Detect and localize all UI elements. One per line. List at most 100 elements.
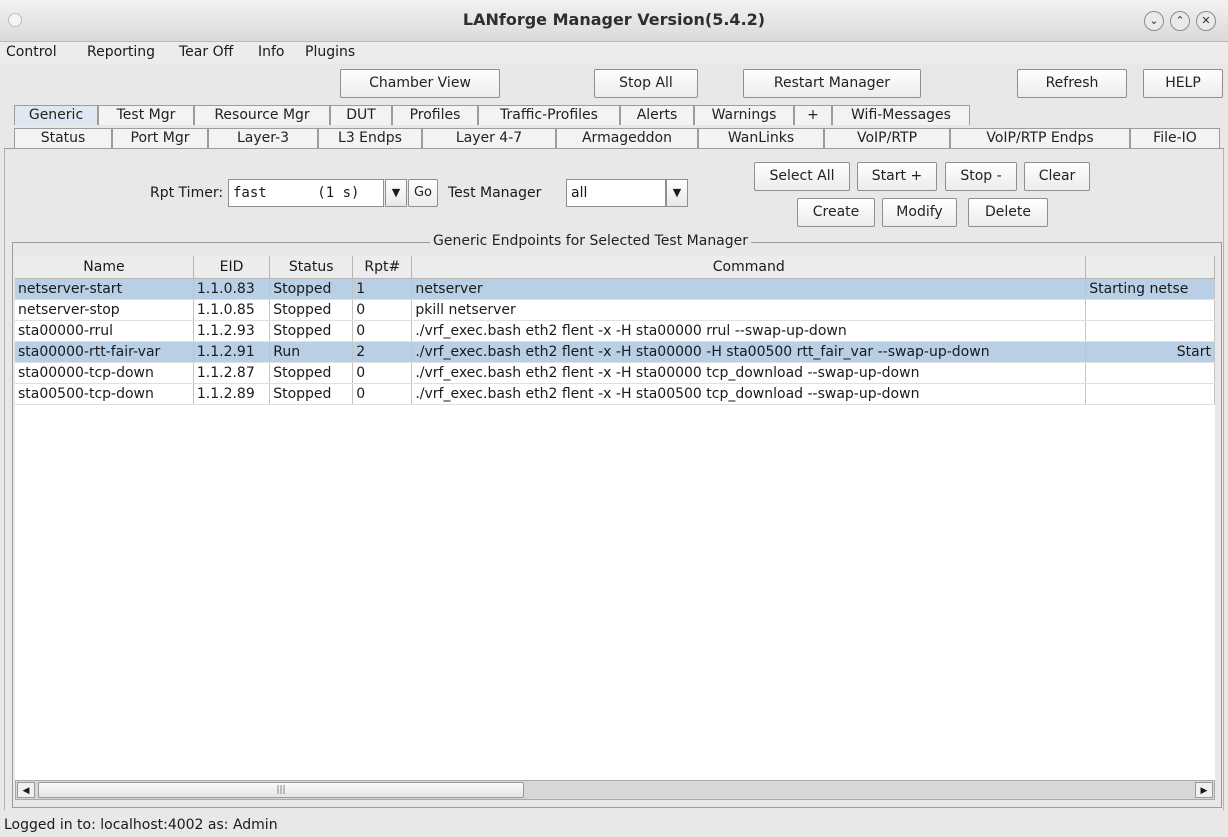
tab-wanlinks[interactable]: WanLinks <box>698 128 824 148</box>
column-header-eid[interactable]: EID <box>193 256 271 279</box>
cell-extra <box>1085 383 1215 405</box>
cell-name: sta00000-tcp-down <box>15 362 194 384</box>
column-header-command[interactable]: Command <box>411 256 1087 279</box>
status-bar: Logged in to: localhost:4002 as: Admin <box>0 812 1228 837</box>
horizontal-scrollbar[interactable]: ◀ ||| ▶ <box>15 780 1215 800</box>
help-button[interactable]: HELP <box>1143 69 1223 98</box>
window-title: LANforge Manager Version(5.4.2) <box>462 10 766 29</box>
modify-button[interactable]: Modify <box>882 198 957 227</box>
cell-rpt: 0 <box>352 362 413 384</box>
tab-profiles[interactable]: Profiles <box>392 105 478 125</box>
cell-rpt: 0 <box>352 320 413 342</box>
cell-eid: 1.1.2.93 <box>193 320 271 342</box>
refresh-button[interactable]: Refresh <box>1017 69 1127 98</box>
cell-status: Stopped <box>269 383 354 405</box>
delete-button[interactable]: Delete <box>968 198 1048 227</box>
column-header-status[interactable]: Status <box>269 256 354 279</box>
cell-command: ./vrf_exec.bash eth2 flent -x -H sta0050… <box>411 383 1087 405</box>
tab-alerts[interactable]: Alerts <box>620 105 694 125</box>
column-header-rpt[interactable]: Rpt# <box>352 256 413 279</box>
group-title: Generic Endpoints for Selected Test Mana… <box>430 233 752 249</box>
test-manager-dropdown-icon[interactable]: ▼ <box>666 179 688 207</box>
minimize-icon[interactable]: ⌄ <box>1144 11 1164 31</box>
table-row[interactable]: sta00500-tcp-down 1.1.2.89 Stopped 0 ./v… <box>15 383 1215 405</box>
tab-generic[interactable]: Generic <box>14 105 98 125</box>
tab-port-mgr[interactable]: Port Mgr <box>112 128 208 148</box>
tab-armageddon[interactable]: Armageddon <box>556 128 698 148</box>
select-all-button[interactable]: Select All <box>754 162 850 191</box>
cell-eid: 1.1.0.85 <box>193 299 271 321</box>
start-button[interactable]: Start + <box>857 162 937 191</box>
table-row[interactable]: sta00000-rtt-fair-var 1.1.2.91 Run 2 ./v… <box>15 341 1215 363</box>
cell-command: pkill netserver <box>411 299 1087 321</box>
cell-status: Run <box>269 341 354 363</box>
cell-command: ./vrf_exec.bash eth2 flent -x -H sta0000… <box>411 362 1087 384</box>
cell-eid: 1.1.0.83 <box>193 278 271 300</box>
chamber-view-button[interactable]: Chamber View <box>340 69 500 98</box>
stop-all-button[interactable]: Stop All <box>594 69 698 98</box>
endpoints-table: Name EID Status Rpt# Command netserver-s… <box>15 256 1215 405</box>
tab-add[interactable]: + <box>794 105 832 125</box>
tab-voip-rtp-endps[interactable]: VoIP/RTP Endps <box>950 128 1130 148</box>
tab-resource-mgr[interactable]: Resource Mgr <box>194 105 330 125</box>
cell-extra <box>1085 320 1215 342</box>
test-manager-label: Test Manager <box>448 185 542 201</box>
cell-command: ./vrf_exec.bash eth2 flent -x -H sta0000… <box>411 341 1087 363</box>
cell-status: Stopped <box>269 299 354 321</box>
cell-command: ./vrf_exec.bash eth2 flent -x -H sta0000… <box>411 320 1087 342</box>
cell-eid: 1.1.2.89 <box>193 383 271 405</box>
menu-reporting[interactable]: Reporting <box>87 44 155 60</box>
column-header-extra[interactable] <box>1085 256 1215 279</box>
menu-info[interactable]: Info <box>258 44 285 60</box>
cell-command: netserver <box>411 278 1087 300</box>
tab-warnings[interactable]: Warnings <box>694 105 794 125</box>
clear-button[interactable]: Clear <box>1024 162 1090 191</box>
maximize-icon[interactable]: ⌃ <box>1170 11 1190 31</box>
cell-rpt: 0 <box>352 383 413 405</box>
menu-plugins[interactable]: Plugins <box>305 44 355 60</box>
cell-eid: 1.1.2.91 <box>193 341 271 363</box>
table-row[interactable]: netserver-stop 1.1.0.85 Stopped 0 pkill … <box>15 299 1215 321</box>
tab-test-mgr[interactable]: Test Mgr <box>98 105 194 125</box>
table-row[interactable]: netserver-start 1.1.0.83 Stopped 1 netse… <box>15 278 1215 300</box>
close-icon[interactable]: ✕ <box>1196 11 1216 31</box>
endpoints-table-area: Name EID Status Rpt# Command netserver-s… <box>15 256 1215 780</box>
cell-status: Stopped <box>269 362 354 384</box>
scroll-right-icon[interactable]: ▶ <box>1195 782 1213 798</box>
test-manager-select[interactable]: all <box>566 179 666 207</box>
cell-extra <box>1085 299 1215 321</box>
tab-dut[interactable]: DUT <box>330 105 392 125</box>
rpt-timer-dropdown-icon[interactable]: ▼ <box>385 179 407 207</box>
cell-status: Stopped <box>269 320 354 342</box>
rpt-timer-label: Rpt Timer: <box>150 185 224 201</box>
tab-voip-rtp[interactable]: VoIP/RTP <box>824 128 950 148</box>
tab-wifi-messages[interactable]: Wifi-Messages <box>832 105 970 125</box>
cell-name: sta00500-tcp-down <box>15 383 194 405</box>
tab-file-io[interactable]: File-IO <box>1130 128 1220 148</box>
tab-layer-4-7[interactable]: Layer 4-7 <box>422 128 556 148</box>
stop-button[interactable]: Stop - <box>945 162 1017 191</box>
scrollbar-thumb[interactable]: ||| <box>38 782 524 798</box>
scroll-left-icon[interactable]: ◀ <box>17 782 35 798</box>
rpt-timer-select[interactable]: fast (1 s) <box>228 179 384 207</box>
table-row[interactable]: sta00000-tcp-down 1.1.2.87 Stopped 0 ./v… <box>15 362 1215 384</box>
tab-l3-endps[interactable]: L3 Endps <box>318 128 422 148</box>
tab-status[interactable]: Status <box>14 128 112 148</box>
tab-traffic-profiles[interactable]: Traffic-Profiles <box>478 105 620 125</box>
create-button[interactable]: Create <box>797 198 875 227</box>
cell-extra <box>1085 362 1215 384</box>
column-header-name[interactable]: Name <box>15 256 194 279</box>
table-row[interactable]: sta00000-rrul 1.1.2.93 Stopped 0 ./vrf_e… <box>15 320 1215 342</box>
cell-extra: Starting netse <box>1085 278 1215 300</box>
cell-rpt: 0 <box>352 299 413 321</box>
restart-manager-button[interactable]: Restart Manager <box>743 69 921 98</box>
menu-tear-off[interactable]: Tear Off <box>179 44 233 60</box>
cell-extra: Start <box>1085 341 1215 363</box>
cell-eid: 1.1.2.87 <box>193 362 271 384</box>
cell-name: sta00000-rtt-fair-var <box>15 341 194 363</box>
menu-control[interactable]: Control <box>6 44 57 60</box>
cell-name: netserver-start <box>15 278 194 300</box>
cell-status: Stopped <box>269 278 354 300</box>
tab-layer-3[interactable]: Layer-3 <box>208 128 318 148</box>
go-button[interactable]: Go <box>408 179 438 207</box>
